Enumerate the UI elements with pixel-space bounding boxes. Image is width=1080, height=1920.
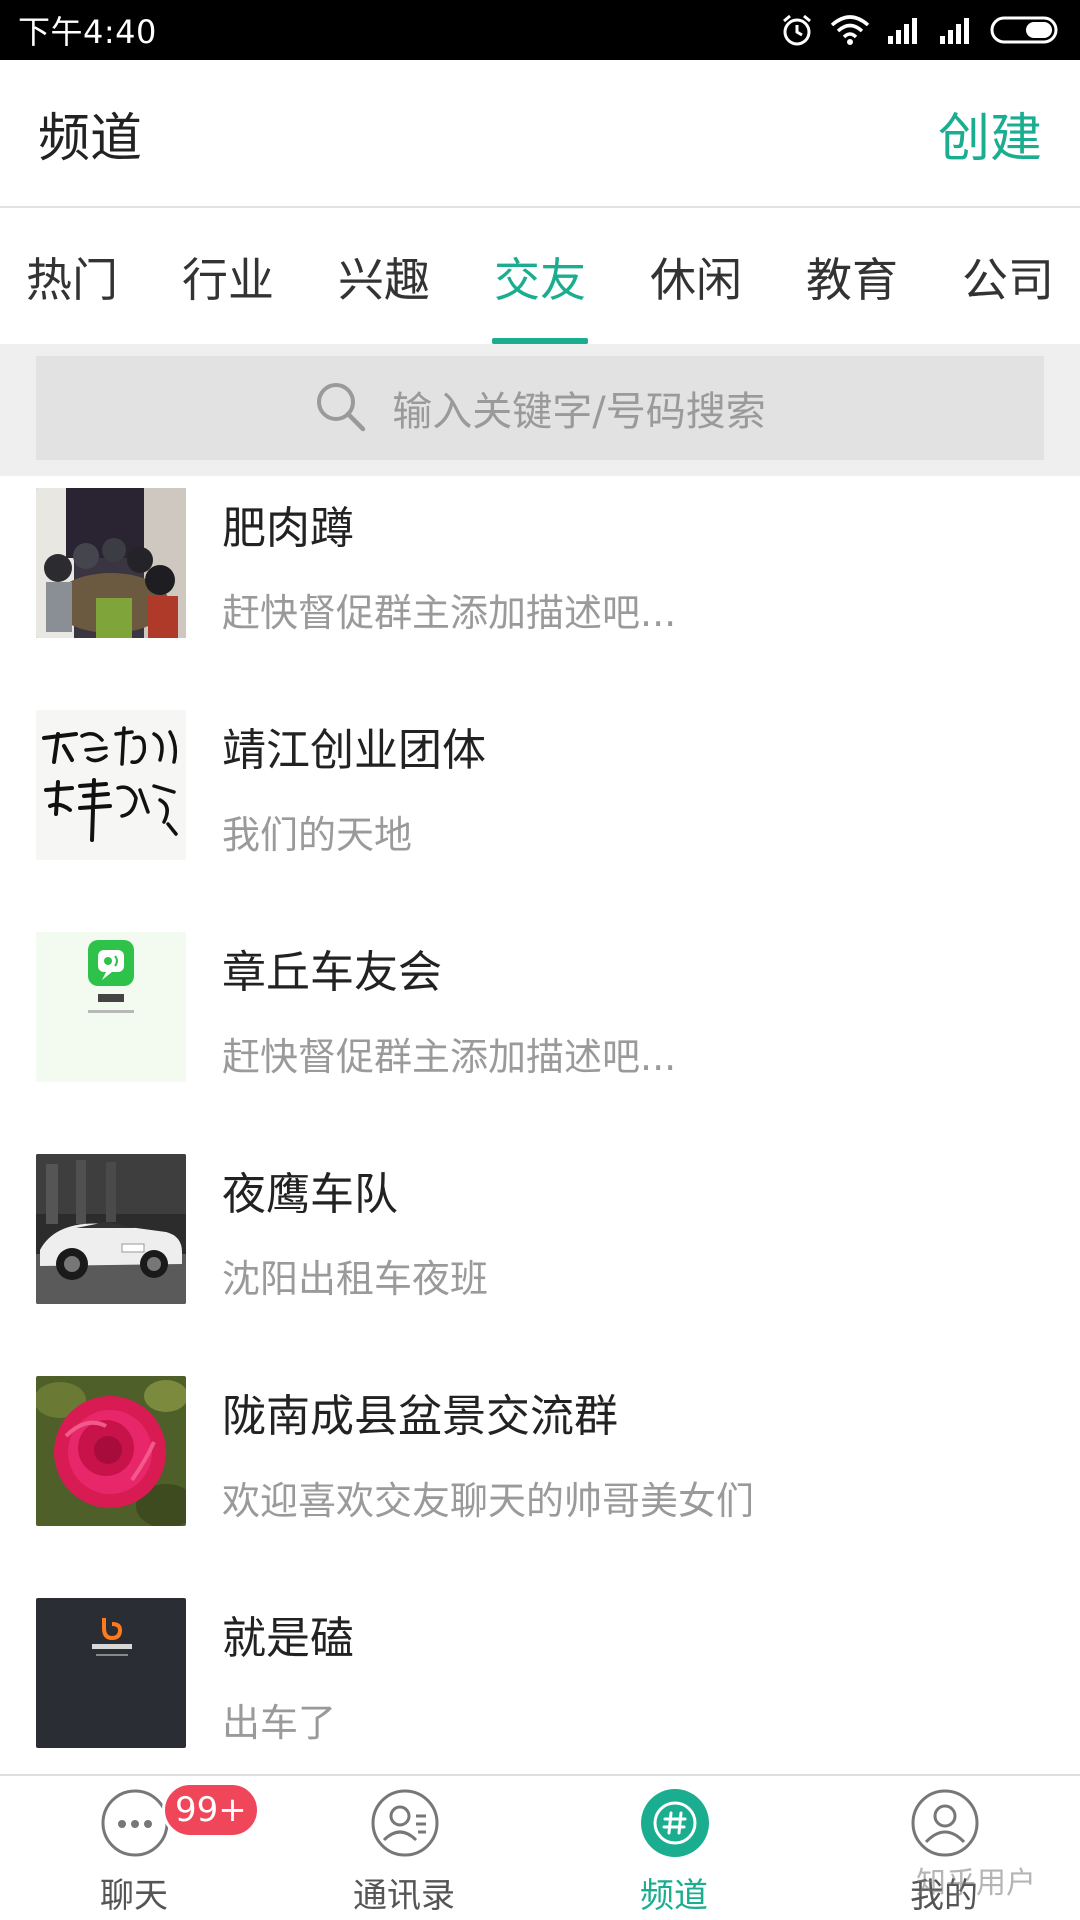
channel-name: 陇南成县盆景交流群 (222, 1391, 618, 1442)
list-item[interactable]: 靖江创业团体 我们的天地 (0, 698, 1080, 920)
wifi-icon (830, 15, 870, 45)
channel-hash-icon (640, 1788, 710, 1858)
create-button[interactable]: 创建 (938, 96, 1042, 171)
status-bar: 下午4:40 (0, 0, 1080, 60)
tab-industry[interactable]: 行业 (168, 210, 288, 344)
nav-channels[interactable]: 频道 (574, 1776, 774, 1920)
nav-chat[interactable]: 99+ 聊天 (34, 1776, 260, 1920)
search-icon (314, 380, 366, 436)
channel-name: 章丘车友会 (222, 947, 442, 998)
tab-hot[interactable]: 热门 (12, 210, 132, 344)
list-item[interactable]: 章丘车友会 赶快督促群主添加描述吧... (0, 920, 1080, 1142)
channel-description: 赶快督促群主添加描述吧... (222, 1035, 677, 1079)
list-item[interactable]: 陇南成县盆景交流群 欢迎喜欢交友聊天的帅哥美女们 (0, 1364, 1080, 1586)
nav-chat-label: 聊天 (100, 1876, 168, 1916)
tab-interest[interactable]: 兴趣 (324, 210, 444, 344)
channel-name: 夜鹰车队 (222, 1169, 398, 1220)
calligraphy-avatar (36, 710, 186, 860)
status-icons (780, 13, 1062, 47)
tab-company[interactable]: 公司 (948, 210, 1068, 344)
channel-description: 沈阳出租车夜班 (222, 1257, 489, 1301)
signal-icon-2 (938, 16, 974, 44)
channel-description: 欢迎喜欢交友聊天的帅哥美女们 (222, 1479, 755, 1523)
status-time: 下午4:40 (18, 13, 157, 51)
profile-icon (910, 1788, 980, 1858)
channel-name: 肥肉蹲 (222, 503, 354, 554)
tab-leisure[interactable]: 休闲 (636, 210, 756, 344)
chat-icon (100, 1788, 170, 1858)
screen: 下午4:40 频道 创建 热门 行业 兴趣 交友 休闲 教育 公司 输入关键字/… (0, 0, 1080, 1920)
search-area: 输入关键字/号码搜索 (0, 344, 1080, 476)
search-input[interactable]: 输入关键字/号码搜索 (36, 356, 1044, 460)
tab-friends[interactable]: 交友 (480, 210, 600, 344)
category-tabs: 热门 行业 兴趣 交友 休闲 教育 公司 (0, 210, 1080, 344)
page-title: 频道 (38, 108, 143, 169)
channel-description: 出车了 (222, 1701, 337, 1745)
channel-description: 赶快督促群主添加描述吧... (222, 591, 677, 635)
channel-description: 我们的天地 (222, 813, 413, 857)
search-placeholder: 输入关键字/号码搜索 (392, 389, 766, 435)
list-item[interactable]: 夜鹰车队 沈阳出租车夜班 (0, 1142, 1080, 1364)
group-photo-avatar (36, 488, 186, 638)
didi-logo-avatar (36, 1598, 186, 1748)
tab-education[interactable]: 教育 (792, 210, 912, 344)
nav-contacts[interactable]: 通讯录 (304, 1776, 504, 1920)
header: 频道 创建 (0, 60, 1080, 208)
flower-avatar (36, 1376, 186, 1526)
channel-name: 就是磕 (222, 1613, 354, 1664)
contacts-icon (370, 1788, 440, 1858)
weila-app-avatar (36, 932, 186, 1082)
signal-icon (886, 16, 922, 44)
battery-icon (990, 15, 1062, 45)
watermark: 知乎用户 (916, 1866, 1036, 1901)
nav-channels-label: 频道 (640, 1876, 708, 1916)
nav-contacts-label: 通讯录 (353, 1876, 455, 1916)
sports-car-avatar (36, 1154, 186, 1304)
alarm-icon (780, 13, 814, 47)
unread-badge: 99+ (162, 1782, 260, 1838)
channel-name: 靖江创业团体 (222, 725, 486, 776)
list-item[interactable]: 肥肉蹲 赶快督促群主添加描述吧... (0, 476, 1080, 698)
